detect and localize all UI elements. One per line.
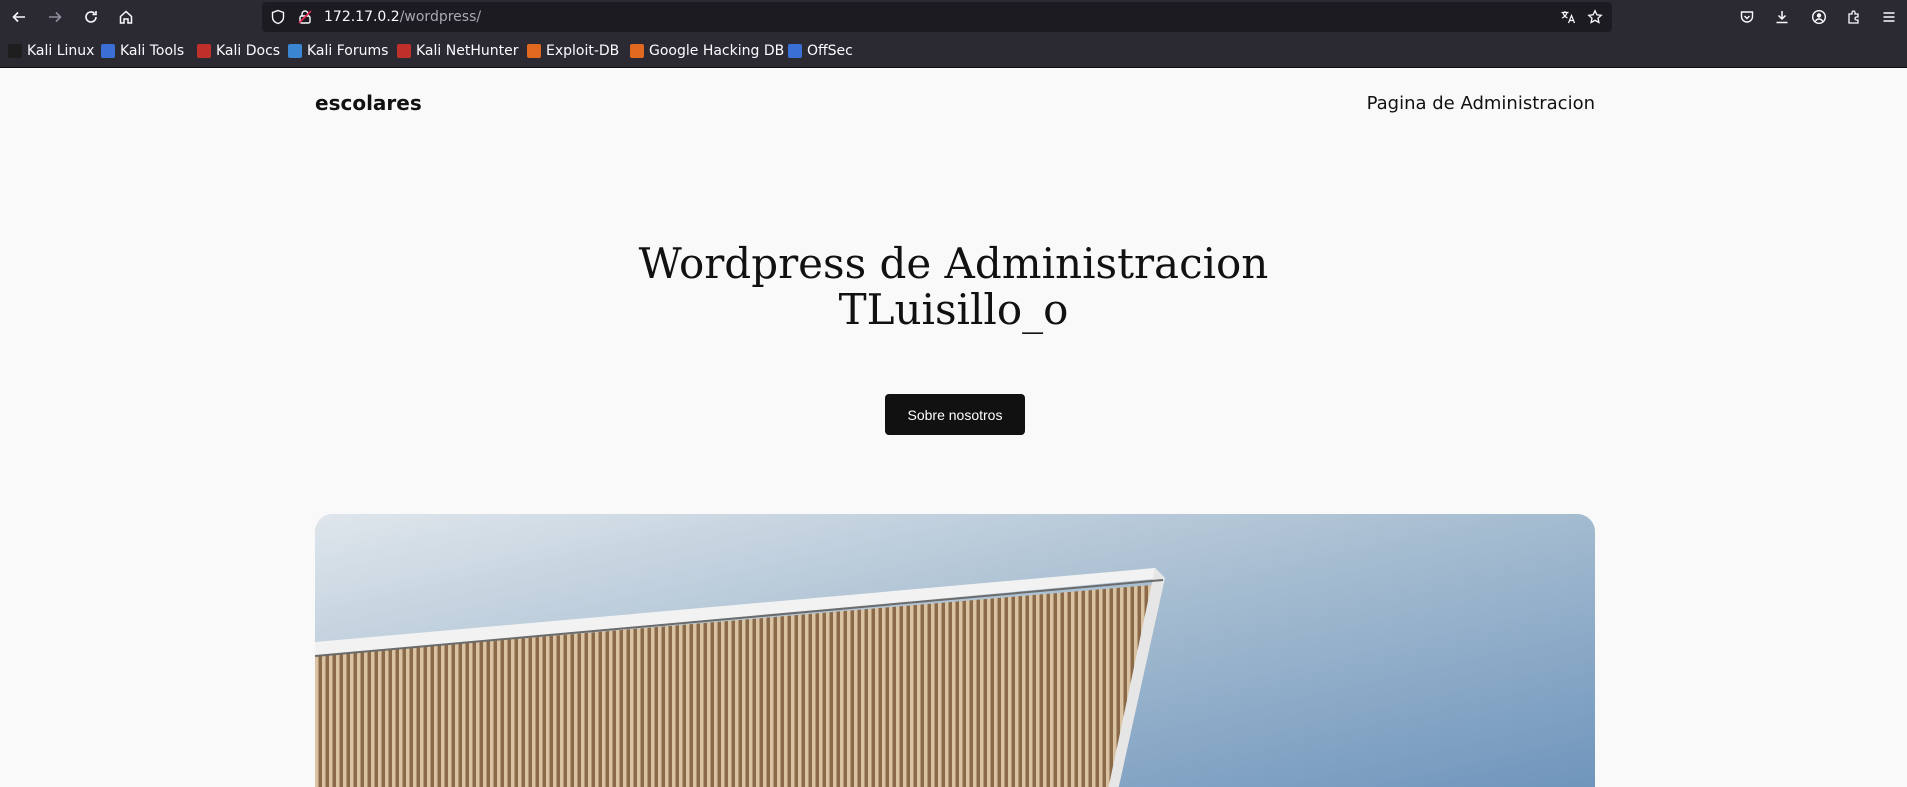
bookmark-label: OffSec bbox=[807, 43, 853, 59]
bookmark-label: Kali Linux bbox=[27, 43, 95, 59]
menu-icon[interactable] bbox=[1879, 7, 1899, 27]
home-button[interactable] bbox=[109, 0, 143, 34]
building-roof-image bbox=[315, 514, 1595, 787]
account-icon[interactable] bbox=[1809, 7, 1829, 27]
shield-icon[interactable] bbox=[270, 9, 286, 25]
forward-button[interactable] bbox=[38, 0, 72, 34]
offsec-icon bbox=[788, 44, 802, 58]
insecure-lock-icon[interactable] bbox=[297, 9, 313, 25]
exploit-db-icon bbox=[527, 44, 541, 58]
bookmark-google-hacking-db[interactable]: Google Hacking DB bbox=[630, 42, 784, 60]
pocket-icon[interactable] bbox=[1737, 7, 1757, 27]
forward-arrow-icon bbox=[49, 11, 62, 23]
bookmark-kali-linux[interactable]: Kali Linux bbox=[8, 42, 94, 60]
url-host: 172.17.0.2 bbox=[324, 9, 400, 25]
bookmark-label: Kali Forums bbox=[307, 43, 389, 59]
hero-title-line-2: TLuisillo_o bbox=[838, 285, 1069, 334]
hero-image bbox=[315, 514, 1595, 787]
site-title[interactable]: escolares bbox=[315, 91, 422, 115]
kali-tools-icon bbox=[101, 44, 115, 58]
url-bar[interactable]: 172.17.0.2/wordpress/ bbox=[262, 2, 1612, 32]
hero-title: Wordpress de Administracion TLuisillo_o bbox=[0, 241, 1907, 333]
translate-icon[interactable] bbox=[1560, 9, 1576, 25]
bookmark-label: Exploit-DB bbox=[546, 43, 620, 59]
extensions-icon[interactable] bbox=[1844, 7, 1864, 27]
bookmark-kali-docs[interactable]: Kali Docs bbox=[197, 42, 280, 60]
hero-title-line-1: Wordpress de Administracion bbox=[638, 239, 1269, 288]
url-path: /wordpress/ bbox=[399, 9, 482, 25]
kali-forums-icon bbox=[288, 44, 302, 58]
bookmark-label: Google Hacking DB bbox=[649, 43, 785, 59]
downloads-icon[interactable] bbox=[1772, 7, 1792, 27]
home-icon bbox=[119, 10, 133, 24]
browser-toolbar: 172.17.0.2/wordpress/ bbox=[0, 0, 1907, 34]
reload-icon bbox=[85, 11, 97, 23]
bookmark-label: Kali Docs bbox=[216, 43, 281, 59]
bookmark-kali-nethunter[interactable]: Kali NetHunter bbox=[397, 42, 518, 60]
bookmarks-toolbar: Kali Linux Kali Tools Kali Docs Kali For… bbox=[0, 34, 1907, 68]
about-us-button[interactable]: Sobre nosotros bbox=[885, 394, 1025, 435]
ghdb-icon bbox=[630, 44, 644, 58]
bookmark-offsec[interactable]: OffSec bbox=[788, 42, 853, 60]
kali-nethunter-icon bbox=[397, 44, 411, 58]
page-content: escolares Pagina de Administracion Wordp… bbox=[0, 69, 1907, 787]
bookmark-exploit-db[interactable]: Exploit-DB bbox=[527, 42, 619, 60]
reload-button[interactable] bbox=[74, 0, 108, 34]
bookmark-label: Kali NetHunter bbox=[416, 43, 519, 59]
nav-admin-link[interactable]: Pagina de Administracion bbox=[1367, 93, 1595, 114]
bookmark-label: Kali Tools bbox=[120, 43, 185, 59]
kali-dragon-icon bbox=[8, 44, 22, 58]
back-button[interactable] bbox=[2, 0, 36, 34]
kali-docs-icon bbox=[197, 44, 211, 58]
bookmark-kali-tools[interactable]: Kali Tools bbox=[101, 42, 184, 60]
url-text[interactable]: 172.17.0.2/wordpress/ bbox=[324, 9, 481, 25]
back-arrow-icon bbox=[12, 11, 25, 23]
bookmark-star-icon[interactable] bbox=[1587, 9, 1603, 25]
bookmark-kali-forums[interactable]: Kali Forums bbox=[288, 42, 388, 60]
